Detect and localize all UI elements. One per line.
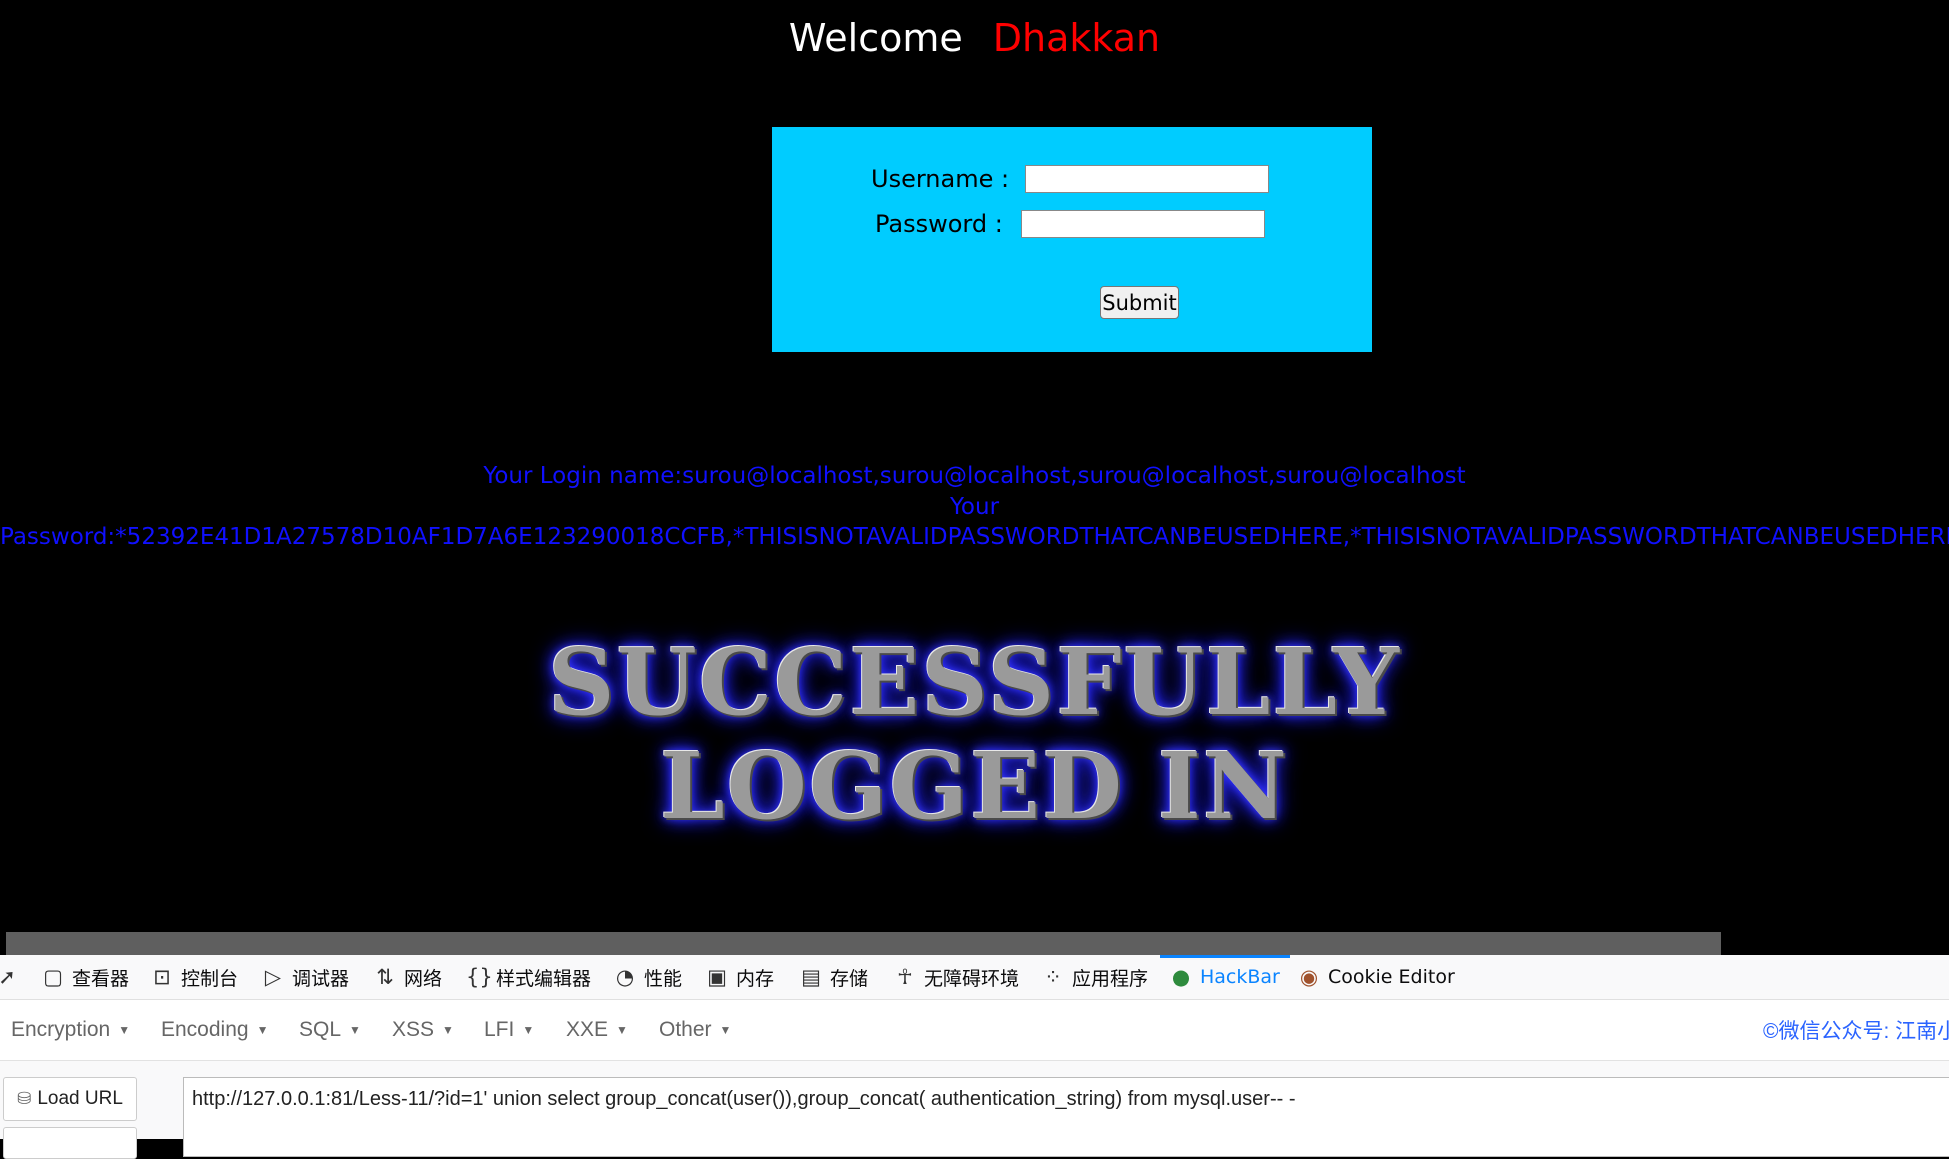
devtools-tab-bar: ➚ ▢ 查看器 ⊡ 控制台 ▷ 调试器 ⇅ 网络 {} 样式编辑器 ◔ 性能 ▣ 内存 ▤ 存储… bbox=[0, 955, 1949, 1000]
element-picker-button[interactable]: ➚ bbox=[0, 955, 26, 999]
tab-label: 调试器 bbox=[292, 967, 350, 990]
horizontal-scrollbar[interactable] bbox=[6, 932, 1721, 955]
hackbar-icon: ● bbox=[1171, 965, 1191, 989]
success-line-1: SUCCESSFULLY bbox=[548, 628, 1401, 736]
tab-label: 应用程序 bbox=[1072, 967, 1149, 990]
hackbar-workspace: ⛁ Load URL http://127.0.0.1:81/Less-11/?i… bbox=[0, 1061, 1949, 1159]
login-form: Username : Password : Submit bbox=[772, 127, 1372, 352]
tab-label: 查看器 bbox=[72, 967, 130, 990]
caret-down-icon: ▼ bbox=[442, 1023, 454, 1037]
menu-label: LFI bbox=[484, 1018, 515, 1041]
web-page: Welcome Dhakkan Username : Password : Sub… bbox=[0, 0, 1949, 955]
submit-button[interactable]: Submit bbox=[1100, 286, 1179, 319]
tab-hackbar[interactable]: ● HackBar bbox=[1160, 955, 1290, 999]
tab-performance[interactable]: ◔ 性能 bbox=[614, 955, 682, 999]
menu-encoding[interactable]: Encoding ▼ bbox=[161, 1000, 268, 1060]
menu-label: XXE bbox=[566, 1018, 609, 1041]
caret-down-icon: ▼ bbox=[719, 1023, 732, 1037]
menu-xss[interactable]: XSS ▼ bbox=[392, 1000, 454, 1060]
tab-label: 存储 bbox=[830, 967, 869, 990]
tab-application[interactable]: ⁘ 应用程序 bbox=[1042, 955, 1148, 999]
menu-sql[interactable]: SQL ▼ bbox=[299, 1000, 361, 1060]
storage-icon: ▤ bbox=[801, 965, 821, 989]
tab-network[interactable]: ⇅ 网络 bbox=[374, 955, 442, 999]
style-editor-icon: {} bbox=[466, 965, 493, 989]
load-url-button[interactable]: ⛁ Load URL bbox=[3, 1077, 137, 1121]
tab-label: 控制台 bbox=[181, 967, 239, 990]
success-line-2: LOGGED IN bbox=[659, 732, 1290, 840]
menu-label: SQL bbox=[299, 1018, 342, 1041]
load-url-label: Load URL bbox=[37, 1088, 123, 1109]
tab-memory[interactable]: ▣ 内存 bbox=[706, 955, 774, 999]
caret-down-icon: ▼ bbox=[256, 1023, 269, 1037]
application-icon: ⁘ bbox=[1044, 965, 1062, 989]
pointer-icon: ➚ bbox=[0, 965, 16, 989]
watermark: ©微信公众号: 江南小 bbox=[1763, 1020, 1949, 1043]
caret-down-icon: ▼ bbox=[522, 1023, 535, 1037]
tab-label: 无障碍环境 bbox=[924, 967, 1020, 990]
tab-label: Cookie Editor bbox=[1328, 966, 1455, 988]
menu-label: XSS bbox=[392, 1018, 435, 1041]
tab-label: 性能 bbox=[644, 967, 683, 990]
menu-label: Encoding bbox=[161, 1018, 249, 1041]
tab-label: 内存 bbox=[736, 967, 775, 990]
welcome-text: Welcome bbox=[788, 16, 963, 60]
tab-label: 网络 bbox=[404, 967, 443, 990]
load-icon: ⛁ bbox=[17, 1089, 32, 1108]
menu-lfi[interactable]: LFI ▼ bbox=[484, 1000, 534, 1060]
tab-label: HackBar bbox=[1200, 966, 1280, 988]
password-input[interactable] bbox=[1021, 210, 1265, 238]
tab-accessibility[interactable]: ☥ 无障碍环境 bbox=[894, 955, 1019, 999]
password-label: Password : bbox=[875, 210, 1003, 238]
performance-icon: ◔ bbox=[615, 965, 635, 989]
success-banner: SUCCESSFULLY LOGGED IN bbox=[0, 630, 1949, 838]
tab-storage[interactable]: ▤ 存储 bbox=[800, 955, 868, 999]
menu-label: Encryption bbox=[11, 1018, 111, 1041]
memory-icon: ▣ bbox=[707, 965, 727, 989]
url-textarea[interactable]: http://127.0.0.1:81/Less-11/?id=1' union… bbox=[183, 1077, 1949, 1157]
tab-debugger[interactable]: ▷ 调试器 bbox=[262, 955, 349, 999]
welcome-name: Dhakkan bbox=[992, 16, 1161, 60]
welcome-heading: Welcome Dhakkan bbox=[0, 16, 1949, 60]
tab-cookie-editor[interactable]: ◉ Cookie Editor bbox=[1298, 955, 1455, 999]
tab-console[interactable]: ⊡ 控制台 bbox=[151, 955, 238, 999]
tab-style-editor[interactable]: {} 样式编辑器 bbox=[466, 955, 591, 999]
hackbar-menu-bar: Encryption ▼ Encoding ▼ SQL ▼ XSS ▼ LFI ▼ XXE… bbox=[0, 1000, 1949, 1061]
caret-down-icon: ▼ bbox=[349, 1023, 361, 1037]
debugger-icon: ▷ bbox=[264, 965, 282, 989]
split-url-button[interactable] bbox=[3, 1127, 137, 1159]
result-password: Password:*52392E41D1A27578D10AF1D7A6E123… bbox=[0, 524, 1949, 550]
inspector-icon: ▢ bbox=[43, 965, 63, 989]
cookie-icon: ◉ bbox=[1299, 965, 1319, 989]
tab-inspector[interactable]: ▢ 查看器 bbox=[42, 955, 129, 999]
username-input[interactable] bbox=[1025, 165, 1269, 193]
caret-down-icon: ▼ bbox=[616, 1023, 628, 1037]
menu-encryption[interactable]: Encryption ▼ bbox=[11, 1000, 130, 1060]
network-icon: ⇅ bbox=[376, 965, 394, 989]
menu-xxe[interactable]: XXE ▼ bbox=[566, 1000, 628, 1060]
result-your: Your bbox=[949, 494, 1000, 520]
caret-down-icon: ▼ bbox=[118, 1023, 131, 1037]
tab-label: 样式编辑器 bbox=[496, 967, 592, 990]
result-login-name: Your Login name:surou@localhost,surou@lo… bbox=[483, 463, 1466, 489]
menu-other[interactable]: Other ▼ bbox=[659, 1000, 731, 1060]
accessibility-icon: ☥ bbox=[897, 965, 913, 989]
devtools-panel: ➚ ▢ 查看器 ⊡ 控制台 ▷ 调试器 ⇅ 网络 {} 样式编辑器 ◔ 性能 ▣ 内存 ▤ 存储… bbox=[0, 955, 1949, 1159]
menu-label: Other bbox=[659, 1018, 712, 1041]
console-icon: ⊡ bbox=[153, 965, 171, 989]
username-label: Username : bbox=[871, 165, 1010, 193]
